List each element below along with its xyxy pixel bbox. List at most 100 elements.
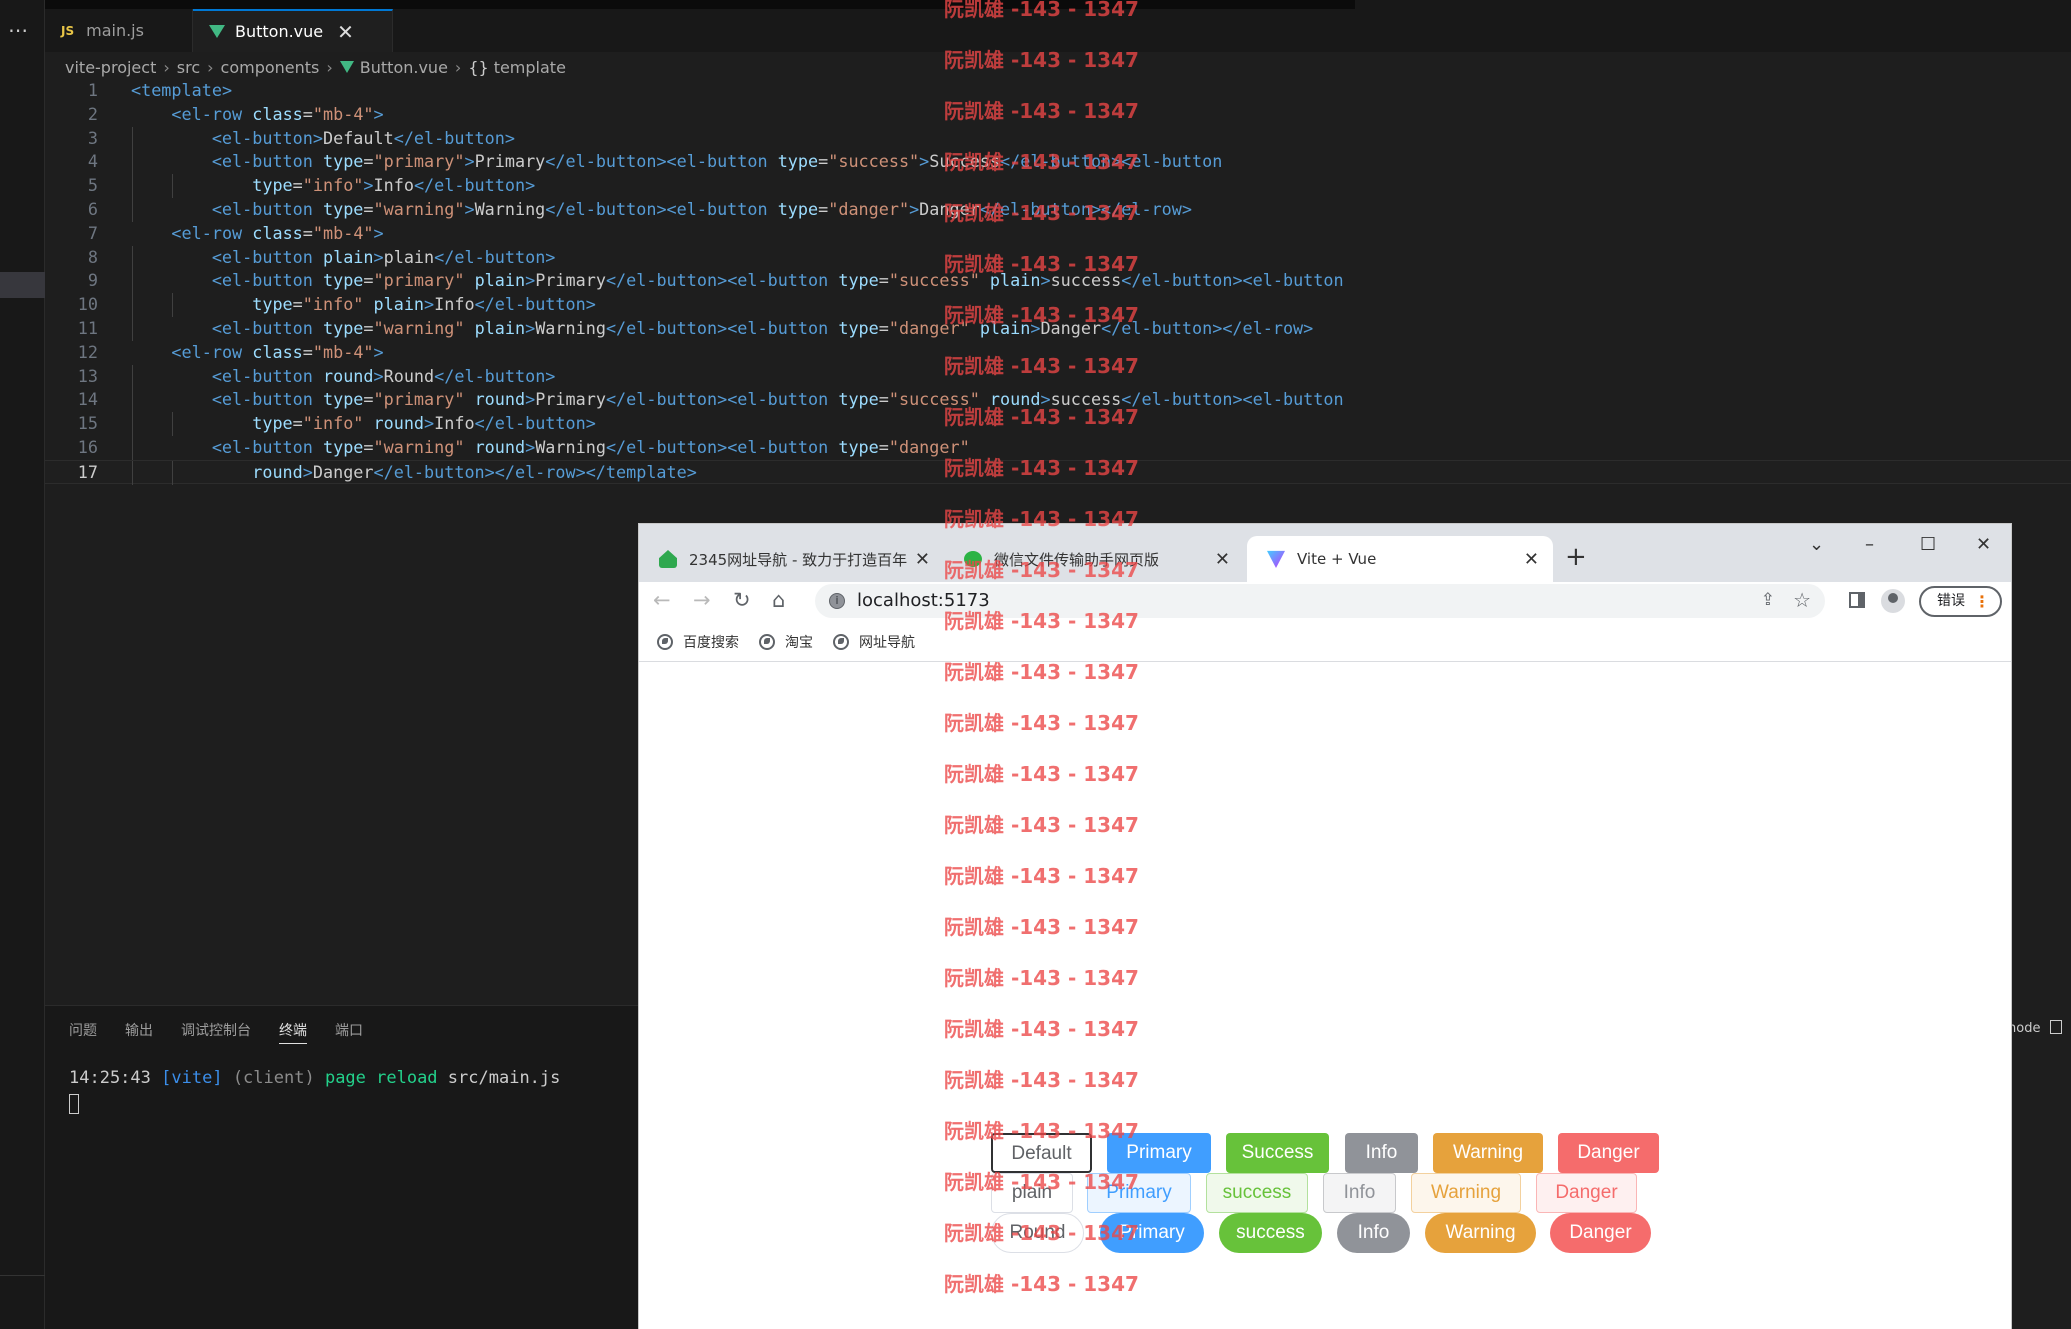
line-number: 14 xyxy=(77,389,98,410)
tab-main-js[interactable]: JS main.js xyxy=(45,9,193,52)
breadcrumb-item[interactable]: vite-project xyxy=(65,58,156,77)
browser-tab[interactable]: 2345网址导航 - 致力于打造百年 ✕ xyxy=(639,536,944,582)
star-icon[interactable]: ☆ xyxy=(1793,588,1811,612)
plain-primary-button[interactable]: Primary xyxy=(1087,1173,1191,1213)
code-text: <el-button type="primary" plain>Primary<… xyxy=(211,270,1344,291)
line-number: 7 xyxy=(87,222,98,243)
activity-bar: ⋯ xyxy=(0,0,45,1329)
house-favicon-icon xyxy=(659,550,677,568)
vue-file-icon xyxy=(339,61,354,73)
new-tab-icon[interactable]: + xyxy=(1565,542,1587,572)
home-icon[interactable]: ⌂ xyxy=(772,588,785,612)
round-danger-button[interactable]: Danger xyxy=(1550,1213,1651,1253)
tab-ports[interactable]: 端口 xyxy=(335,1020,363,1044)
globe-icon xyxy=(759,633,775,650)
line-number: 6 xyxy=(87,198,98,219)
vue-file-icon xyxy=(209,25,225,38)
info-button[interactable]: Info xyxy=(1345,1133,1418,1173)
code-line[interactable]: 14 <el-button type="primary" round>Prima… xyxy=(45,388,2071,413)
default-button[interactable]: Default xyxy=(991,1133,1092,1173)
round-warning-button[interactable]: Warning xyxy=(1425,1213,1536,1253)
breadcrumb-item[interactable]: src xyxy=(177,58,200,77)
globe-icon xyxy=(657,633,673,650)
url-text: localhost:5173 xyxy=(857,590,990,611)
code-line[interactable]: 9 <el-button type="primary" plain>Primar… xyxy=(45,269,2071,294)
code-line[interactable]: 3 <el-button>Default</el-button> xyxy=(45,126,2071,151)
terminal-shell-label[interactable]: node xyxy=(2008,1020,2063,1036)
line-number: 11 xyxy=(77,317,98,338)
success-button[interactable]: Success xyxy=(1226,1133,1329,1173)
code-line[interactable]: 7 <el-row class="mb-4"> xyxy=(45,222,2071,246)
code-line[interactable]: 12 <el-row class="mb-4"> xyxy=(45,341,2071,365)
bookmark-item[interactable]: 百度搜索 xyxy=(657,632,739,652)
code-line[interactable]: 13 <el-button round>Round</el-button> xyxy=(45,364,2071,389)
tab-output[interactable]: 输出 xyxy=(125,1020,153,1044)
code-line[interactable]: 5 type="info">Info</el-button> xyxy=(45,174,2071,198)
round-info-button[interactable]: Info xyxy=(1337,1213,1410,1253)
terminal-action: page reload xyxy=(324,1068,438,1088)
back-icon[interactable]: ← xyxy=(653,588,671,612)
tab-terminal[interactable]: 终端 xyxy=(279,1020,307,1044)
tab-problems[interactable]: 问题 xyxy=(69,1020,97,1044)
browser-tab-active[interactable]: Vite + Vue ✕ xyxy=(1247,536,1553,582)
browser-tab[interactable]: 微信文件传输助手网页版 ✕ xyxy=(944,536,1244,582)
breadcrumb-item[interactable]: template xyxy=(494,58,566,77)
address-bar[interactable]: i localhost:5173 ⇪ ☆ xyxy=(815,584,1825,618)
plain-info-button[interactable]: Info xyxy=(1323,1173,1396,1213)
minimize-icon[interactable]: – xyxy=(1865,534,1874,555)
breadcrumb-item[interactable]: components xyxy=(221,58,320,77)
bookmark-item[interactable]: 网址导航 xyxy=(833,632,915,652)
maximize-icon[interactable]: ☐ xyxy=(1920,534,1936,555)
globe-icon xyxy=(833,633,849,650)
reload-icon[interactable]: ↻ xyxy=(733,588,751,612)
share-icon[interactable]: ⇪ xyxy=(1761,590,1775,610)
code-line[interactable]: 4 <el-button type="primary">Primary</el-… xyxy=(45,150,2071,175)
breadcrumb-item[interactable]: Button.vue xyxy=(360,58,448,77)
code-line[interactable]: 17 round>Danger</el-button></el-row></te… xyxy=(45,459,2071,485)
code-line[interactable]: 15 type="info" round>Info</el-button> xyxy=(45,412,2071,436)
close-icon[interactable]: ✕ xyxy=(915,549,930,570)
close-window-icon[interactable]: ✕ xyxy=(1976,534,1991,555)
terminal-output[interactable]: 14:25:43 [vite] (client) page reload src… xyxy=(69,1068,560,1088)
close-icon[interactable]: ✕ xyxy=(1524,549,1539,570)
forward-icon[interactable]: → xyxy=(693,588,711,612)
error-button[interactable]: 错误 ⋮ xyxy=(1919,586,2002,617)
danger-button[interactable]: Danger xyxy=(1558,1133,1659,1173)
close-icon[interactable]: ✕ xyxy=(337,20,354,44)
code-line[interactable]: 1 <template> xyxy=(45,79,2071,103)
profile-icon[interactable] xyxy=(1881,589,1905,613)
terminal-time: 14:25:43 xyxy=(69,1068,151,1088)
more-icon[interactable]: ⋯ xyxy=(8,18,29,42)
terminal-file: src/main.js xyxy=(447,1068,561,1088)
tab-button-vue[interactable]: Button.vue ✕ xyxy=(193,9,393,52)
plain-button[interactable]: plain xyxy=(991,1173,1073,1213)
code-line[interactable]: 8 <el-button plain>plain</el-button> xyxy=(45,245,2071,270)
warning-button[interactable]: Warning xyxy=(1433,1133,1543,1173)
site-info-icon[interactable]: i xyxy=(829,593,845,609)
tab-label: main.js xyxy=(86,21,144,40)
code-editor[interactable]: 1 <template> 2 <el-row class="mb-4"> 3 <el-… xyxy=(45,79,2071,485)
primary-button[interactable]: Primary xyxy=(1107,1133,1211,1173)
code-line[interactable]: 11 <el-button type="warning" plain>Warni… xyxy=(45,316,2071,341)
code-line[interactable]: 6 <el-button type="warning">Warning</el-… xyxy=(45,197,2071,222)
close-icon[interactable]: ✕ xyxy=(1215,549,1230,570)
round-primary-button[interactable]: Primary xyxy=(1100,1213,1204,1253)
plain-warning-button[interactable]: Warning xyxy=(1411,1173,1521,1213)
terminal-client: (client) xyxy=(232,1068,315,1088)
line-number: 1 xyxy=(87,80,98,100)
plain-success-button[interactable]: success xyxy=(1206,1173,1308,1213)
tab-search-icon[interactable]: ⌄ xyxy=(1809,534,1824,555)
code-line[interactable]: 16 <el-button type="warning" round>Warni… xyxy=(45,435,2071,460)
code-text: type="info">Info</el-button> xyxy=(252,175,536,196)
round-success-button[interactable]: success xyxy=(1219,1213,1322,1253)
line-number: 13 xyxy=(77,365,98,386)
bookmark-item[interactable]: 淘宝 xyxy=(759,632,813,652)
breadcrumb: vite-project › src › components › Button… xyxy=(65,55,566,79)
round-button[interactable]: Round xyxy=(991,1213,1084,1253)
plain-danger-button[interactable]: Danger xyxy=(1536,1173,1637,1213)
code-line[interactable]: 10 type="info" plain>Info</el-button> xyxy=(45,293,2071,317)
side-panel-icon[interactable] xyxy=(1849,592,1865,608)
code-line[interactable]: 2 <el-row class="mb-4"> xyxy=(45,103,2071,127)
split-icon[interactable] xyxy=(2050,1020,2063,1034)
tab-debug-console[interactable]: 调试控制台 xyxy=(181,1020,251,1044)
